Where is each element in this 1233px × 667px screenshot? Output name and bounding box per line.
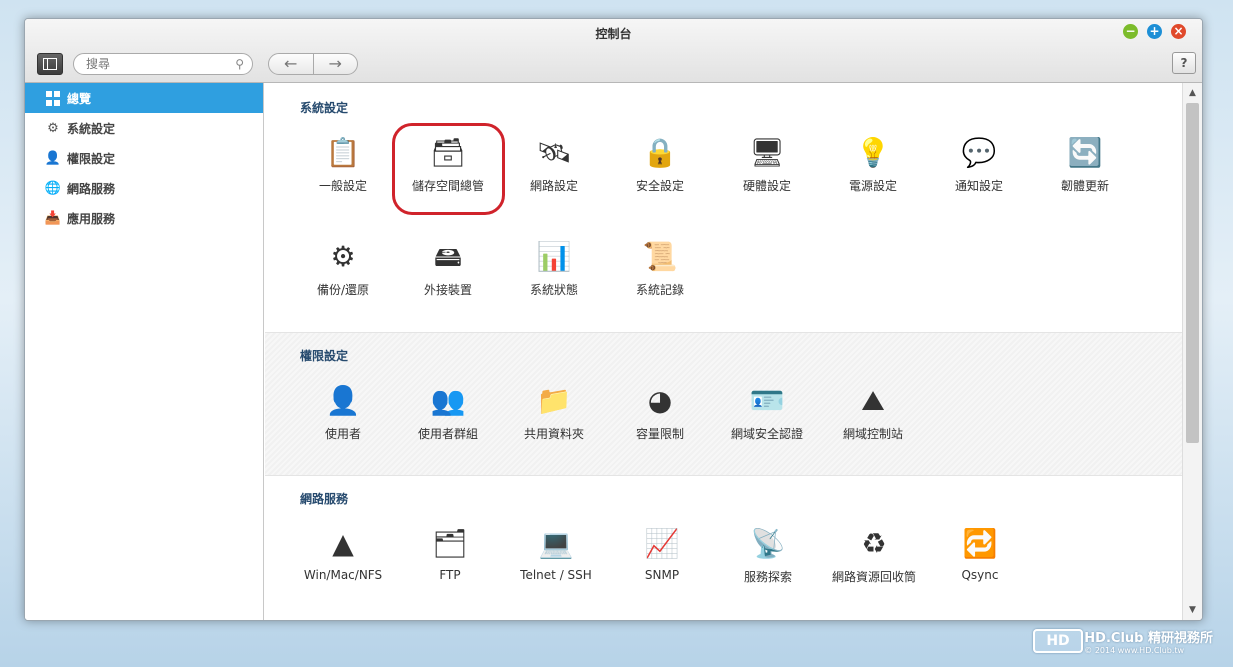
satellite-icon: 📡 [750,527,786,560]
close-button[interactable]: × [1171,24,1186,39]
external-devices[interactable]: 🖴 外接裝置 [393,239,503,298]
sidebar-item-label: 權限設定 [67,151,116,166]
toggle-sidebar-button[interactable] [37,53,63,75]
network-settings[interactable]: 🛰 網路設定 [499,135,609,194]
sidebar: 總覽 ⚙ 系統設定 👤 權限設定 🌐 網路服務 📥 應用服務 [25,83,264,620]
ftp[interactable]: 🗂 FTP [395,526,505,582]
network-recycle-bin[interactable]: ♻ 網路資源回收筒 [819,526,929,585]
control-panel-window: 控制台 − + × ⚲ ← → ? 總覽 ⚙ 系統設定 👤 權限設定 [24,18,1203,621]
sidebar-item-label: 應用服務 [67,211,116,226]
system-logs[interactable]: 📜 系統記錄 [605,239,715,298]
power-settings[interactable]: 💡 電源設定 [818,135,928,194]
gear-icon: ⚙ [47,120,59,136]
monitor-icon: 📊 [536,240,572,273]
main-scrollbar[interactable]: ▲ ▼ [1182,83,1202,620]
network-icon: 🛰 [536,136,572,169]
user-group-icon: 👥 [430,384,466,417]
sidebar-panel-icon [43,58,57,70]
section-system-settings: 系統設定 📋 一般設定 🗃 儲存空間總管 🛰 網路設定 🔒 安全設定 🖥 硬體設… [265,83,1182,333]
padlock-icon: 🔒 [642,136,678,169]
section-title: 網路服務 [300,492,349,506]
bar-chart-icon: 📈 [644,527,680,560]
sidebar-item-overview[interactable]: 總覽 [25,83,263,113]
title-bar: 控制台 − + × ⚲ ← → ? [25,19,1202,83]
domain-controller[interactable]: ⛰ 網域控制站 [818,383,928,442]
hardware-icon: 🖥 [749,136,785,169]
domain-controller-icon: ⛰ [861,384,885,417]
users[interactable]: 👤 使用者 [288,383,398,442]
ftp-server-icon: 🗂 [432,527,468,560]
shared-folders[interactable]: 📁 共用資料夾 [499,383,609,442]
terminal-icon: 💻 [538,527,574,560]
scroll-up-icon[interactable]: ▲ [1183,85,1202,101]
chat-bubble-icon: 💬 [961,136,997,169]
section-title: 系統設定 [300,101,349,115]
search-icon[interactable]: ⚲ [235,57,244,71]
system-status[interactable]: 📊 系統狀態 [499,239,609,298]
grid-icon [45,90,61,106]
disk-stack-icon: 🗃 [430,136,466,169]
watermark: HD.Club 精研視務所 © 2014 www.HD.Club.tw [1084,627,1213,655]
help-button[interactable]: ? [1172,52,1196,74]
backup-restore[interactable]: ⚙ 備份/還原 [288,239,398,298]
search-input[interactable] [86,54,236,74]
id-card-icon: 🪪 [749,384,785,417]
user-groups[interactable]: 👥 使用者群組 [393,383,503,442]
back-button[interactable]: ← [269,54,314,74]
telnet-ssh[interactable]: 💻 Telnet / SSH [501,526,611,582]
sidebar-item-privilege-settings[interactable]: 👤 權限設定 [25,143,263,173]
os-icon: ▲ [332,527,354,560]
quota-pie-icon: ◕ [647,384,673,417]
section-privilege-settings: 權限設定 👤 使用者 👥 使用者群組 📁 共用資料夾 ◕ 容量限制 🪪 網域安全… [265,333,1182,476]
inbox-icon: 📥 [44,210,62,226]
watermark-line2: © 2014 www.HD.Club.tw [1084,646,1185,655]
user-icon: 👤 [44,150,62,166]
main-content: 系統設定 📋 一般設定 🗃 儲存空間總管 🛰 網路設定 🔒 安全設定 🖥 硬體設… [265,83,1182,620]
shared-folder-icon: 📁 [536,384,572,417]
watermark-line1: HD.Club 精研視務所 [1084,631,1213,646]
scroll-down-icon[interactable]: ▼ [1183,602,1202,618]
quota[interactable]: ◕ 容量限制 [605,383,715,442]
sidebar-item-label: 網路服務 [67,181,116,196]
general-settings[interactable]: 📋 一般設定 [288,135,398,194]
sidebar-item-applications[interactable]: 📥 應用服務 [25,203,263,233]
security-settings[interactable]: 🔒 安全設定 [605,135,715,194]
gear-disc-icon: ⚙ [330,240,356,273]
chip-refresh-icon: 🔄 [1067,136,1103,169]
watermark-logo: HD [1033,629,1083,653]
section-title: 權限設定 [300,349,349,363]
domain-security[interactable]: 🪪 網域安全認證 [712,383,822,442]
forward-button[interactable]: → [314,54,358,74]
section-network-services: 網路服務 ▲ Win/Mac/NFS 🗂 FTP 💻 Telnet / SSH … [265,476,1182,620]
snmp[interactable]: 📈 SNMP [607,526,717,582]
sync-icon: 🔁 [962,527,998,560]
log-icon: 📜 [642,240,678,273]
recycle-bin-icon: ♻ [861,527,887,560]
notification-settings[interactable]: 💬 通知設定 [924,135,1034,194]
sidebar-item-label: 系統設定 [67,121,116,136]
history-nav: ← → [268,53,358,75]
window-title: 控制台 [595,27,632,41]
maximize-button[interactable]: + [1147,24,1162,39]
hardware-settings[interactable]: 🖥 硬體設定 [712,135,822,194]
sidebar-item-label: 總覽 [67,91,92,106]
bulb-icon: 💡 [855,136,891,169]
service-discovery[interactable]: 📡 服務探索 [713,526,823,585]
user-icon: 👤 [325,384,361,417]
storage-manager[interactable]: 🗃 儲存空間總管 [393,135,503,194]
search-box[interactable]: ⚲ [73,53,253,75]
win-mac-nfs[interactable]: ▲ Win/Mac/NFS [288,526,398,582]
scroll-thumb[interactable] [1186,103,1199,443]
sidebar-item-network-services[interactable]: 🌐 網路服務 [25,173,263,203]
minimize-button[interactable]: − [1123,24,1138,39]
window-controls: − + × [1123,24,1186,39]
qsync[interactable]: 🔁 Qsync [925,526,1035,582]
clipboard-gear-icon: 📋 [325,136,361,169]
external-drive-icon: 🖴 [433,240,463,273]
sidebar-item-system-settings[interactable]: ⚙ 系統設定 [25,113,263,143]
globe-icon: 🌐 [44,180,62,196]
firmware-update[interactable]: 🔄 韌體更新 [1030,135,1140,194]
